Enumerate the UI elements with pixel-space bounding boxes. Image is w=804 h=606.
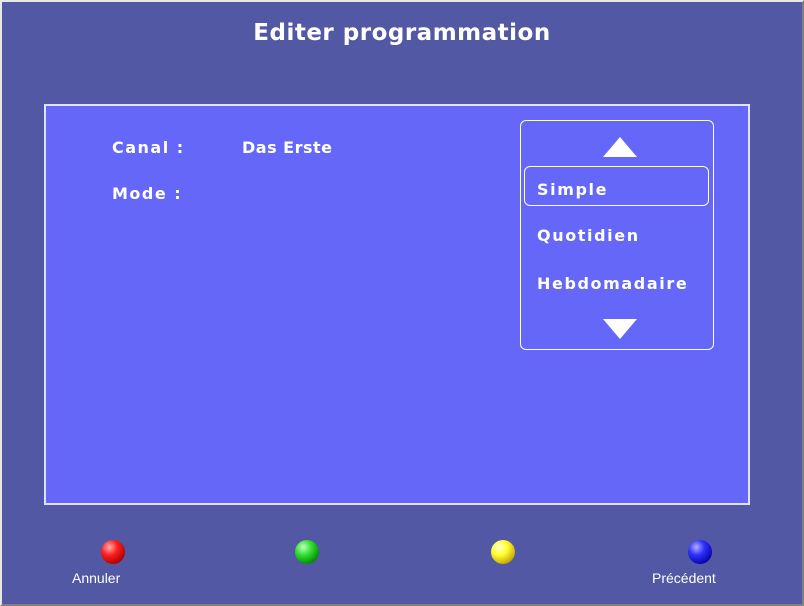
yellow-button-icon[interactable] — [491, 540, 515, 564]
edit-panel: Canal : Das Erste Mode : Simple Quotidie… — [44, 104, 750, 505]
annuler-button-label[interactable]: Annuler — [72, 570, 120, 586]
green-button-icon[interactable] — [295, 540, 319, 564]
mode-option-quotidien[interactable]: Quotidien — [537, 226, 640, 245]
mode-list[interactable]: Simple Quotidien Hebdomadaire — [520, 120, 714, 350]
precedent-button-label[interactable]: Précédent — [652, 570, 716, 586]
mode-option-hebdomadaire[interactable]: Hebdomadaire — [537, 274, 688, 293]
page-title: Editer programmation — [253, 20, 551, 46]
window-frame: Editer programmation Canal : Das Erste M… — [0, 0, 804, 606]
red-button-icon[interactable] — [101, 540, 125, 564]
arrow-up-icon[interactable] — [603, 137, 637, 157]
canal-value: Das Erste — [242, 138, 333, 157]
arrow-down-icon[interactable] — [603, 319, 637, 339]
mode-option-simple[interactable]: Simple — [537, 180, 608, 199]
canal-label: Canal : — [112, 138, 185, 157]
mode-label: Mode : — [112, 184, 183, 203]
blue-button-icon[interactable] — [688, 540, 712, 564]
